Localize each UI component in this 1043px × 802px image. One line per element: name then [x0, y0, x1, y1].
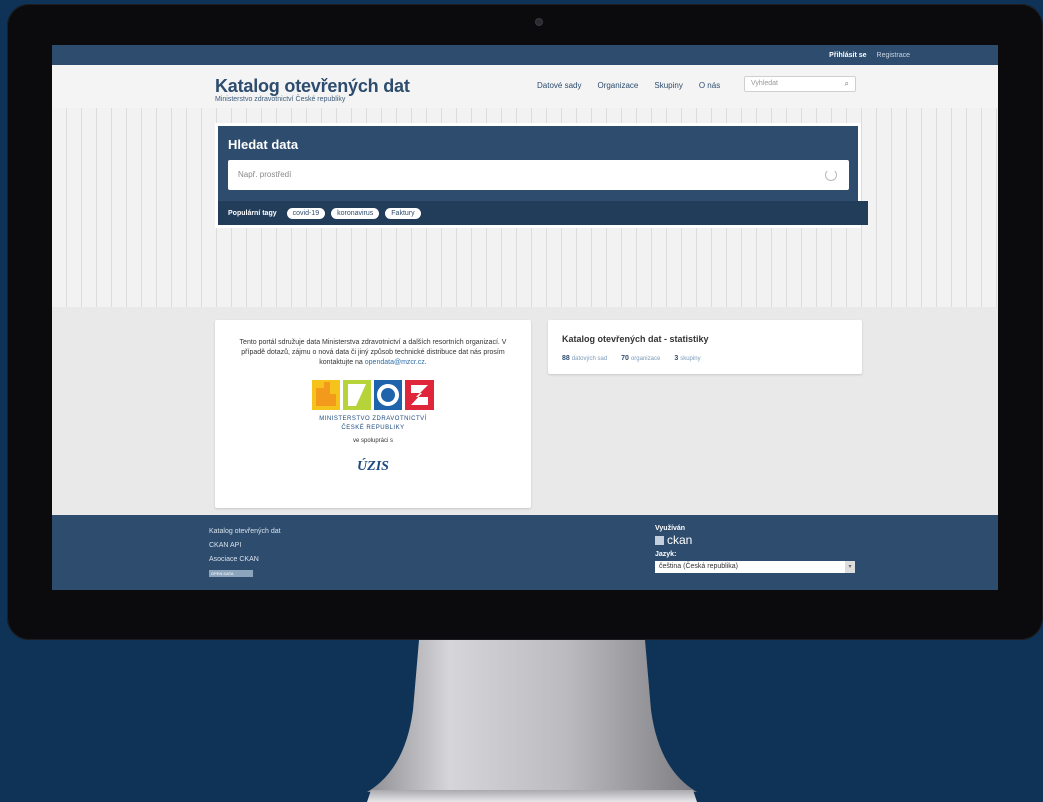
- ckan-icon: [655, 535, 664, 545]
- about-card: Tento portál sdružuje data Ministerstva …: [215, 320, 531, 508]
- browser-screen: Přihlásit se Registrace Katalog otevřený…: [52, 45, 998, 590]
- footer-link-ckan-association[interactable]: Asociace CKAN: [209, 553, 281, 567]
- nav-groups[interactable]: Skupiny: [654, 81, 682, 90]
- search-icon[interactable]: ⌕: [845, 79, 849, 89]
- tag-covid-19[interactable]: covid-19: [286, 207, 326, 219]
- open-data-badge[interactable]: OPEN DATA: [209, 570, 253, 577]
- language-select-value: čeština (Česká republika): [659, 563, 738, 570]
- login-link[interactable]: Přihlásit se: [829, 52, 866, 59]
- about-text-end: .: [424, 359, 427, 366]
- main-content: Tento portál sdružuje data Ministerstva …: [52, 307, 998, 515]
- powered-by-label: Využíván: [655, 525, 686, 532]
- nav-about[interactable]: O nás: [699, 81, 720, 90]
- site-brand[interactable]: Katalog otevřených dat Ministerstvo zdra…: [215, 76, 410, 103]
- hero-section: Hledat data Např. prostředí Populární ta…: [52, 108, 998, 307]
- register-link[interactable]: Registrace: [877, 52, 910, 59]
- data-search-placeholder: Např. prostředí: [238, 170, 292, 179]
- footer-links: Katalog otevřených dat CKAN API Asociace…: [209, 525, 281, 583]
- monitor-stand: [367, 640, 697, 802]
- stat-organizations[interactable]: 70 organizace: [621, 355, 660, 362]
- stat-datasets-label: datových sad: [571, 356, 608, 362]
- contact-email-link[interactable]: opendata@mzcr.cz: [365, 359, 425, 366]
- main-nav: Datové sady Organizace Skupiny O nás: [537, 81, 720, 90]
- stats-title: Katalog otevřených dat - statistiky: [562, 334, 709, 344]
- loading-spinner-icon: [825, 169, 837, 181]
- header-search-input[interactable]: Vyhledat ⌕: [744, 76, 856, 92]
- ministry-name-line1: MINISTERSTVO ZDRAVOTNICTVÍ: [319, 416, 427, 422]
- about-text: Tento portál sdružuje data Ministerstva …: [231, 338, 515, 368]
- footer-right: Využíván ckan Jazyk: čeština (Česká repu…: [655, 525, 855, 573]
- open-data-badge-text: OPEN DATA: [211, 571, 234, 576]
- stat-organizations-count: 70: [621, 355, 629, 362]
- nav-organizations[interactable]: Organizace: [597, 81, 638, 90]
- language-select[interactable]: čeština (Česká republika) ▾: [655, 561, 855, 573]
- search-heading: Hledat data: [228, 137, 299, 152]
- data-search-input[interactable]: Např. prostředí: [228, 160, 849, 190]
- camera: [535, 18, 543, 26]
- ministry-name-line2: ČESKÉ REPUBLIKY: [341, 425, 405, 431]
- stat-datasets-count: 88: [562, 355, 570, 362]
- footer-link-catalog[interactable]: Katalog otevřených dat: [209, 525, 281, 539]
- uzis-logo: ÚZIS: [357, 459, 389, 474]
- masthead: Katalog otevřených dat Ministerstvo zdra…: [52, 65, 998, 108]
- ministry-logo-icon: [312, 380, 434, 410]
- chevron-down-icon[interactable]: ▾: [845, 561, 855, 573]
- monitor-bezel: Přihlásit se Registrace Katalog otevřený…: [7, 4, 1043, 640]
- data-search-box: Hledat data Např. prostředí Populární ta…: [215, 123, 868, 228]
- footer-link-ckan-api[interactable]: CKAN API: [209, 539, 281, 553]
- ministry-name: MINISTERSTVO ZDRAVOTNICTVÍ ČESKÉ REPUBLI…: [215, 415, 531, 433]
- header-search-placeholder: Vyhledat: [751, 80, 778, 87]
- stat-datasets[interactable]: 88 datových sad: [562, 355, 607, 362]
- site-subtitle: Ministerstvo zdravotnictví České republi…: [215, 96, 346, 103]
- footer: Katalog otevřených dat CKAN API Asociace…: [52, 515, 998, 590]
- stat-groups-count: 3: [674, 355, 679, 362]
- account-bar: Přihlásit se Registrace: [52, 45, 998, 65]
- ckan-name: ckan: [667, 533, 693, 547]
- stat-organizations-label: organizace: [630, 356, 661, 362]
- tag-faktury[interactable]: Faktury: [385, 207, 421, 219]
- popular-tags: Populární tagy covid-19 koronavirus Fakt…: [218, 201, 868, 225]
- nav-datasets[interactable]: Datové sady: [537, 81, 581, 90]
- stats-list: 88 datových sad 70 organizace 3 skupiny: [562, 355, 701, 362]
- stats-card: Katalog otevřených dat - statistiky 88 da…: [548, 320, 862, 374]
- tag-koronavirus[interactable]: koronavirus: [331, 207, 380, 219]
- stat-groups[interactable]: 3 skupiny: [674, 355, 700, 362]
- stat-groups-label: skupiny: [680, 356, 701, 362]
- popular-tags-label: Populární tagy: [228, 209, 277, 217]
- language-label: Jazyk:: [655, 551, 677, 558]
- cooperation-text: ve spolupráci s: [352, 438, 394, 444]
- site-title[interactable]: Katalog otevřených dat: [215, 76, 410, 97]
- ckan-logo[interactable]: ckan: [655, 533, 855, 547]
